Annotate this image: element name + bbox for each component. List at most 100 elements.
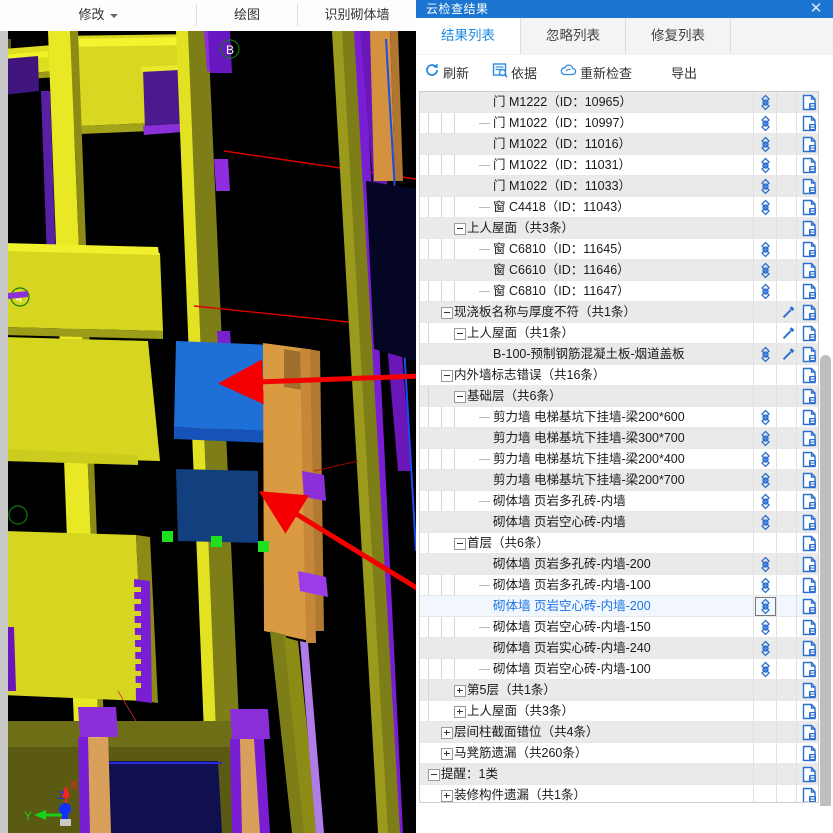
toolbar-item-identify-masonry-wall[interactable]: 识别砌体墙 — [298, 0, 416, 30]
locate-icon[interactable] — [757, 514, 774, 531]
tree-row[interactable]: 门 M1022（ID：10997） — [420, 113, 818, 134]
locate-icon[interactable] — [757, 661, 774, 678]
locate-icon[interactable] — [757, 556, 774, 573]
report-icon[interactable] — [801, 514, 818, 531]
report-icon[interactable] — [801, 178, 818, 195]
locate-icon[interactable] — [757, 157, 774, 174]
locate-icon[interactable] — [757, 241, 774, 258]
locate-icon[interactable] — [757, 262, 774, 279]
refresh-button[interactable]: 刷新 — [424, 60, 469, 86]
report-icon[interactable] — [801, 598, 818, 615]
locate-icon[interactable] — [757, 136, 774, 153]
report-icon[interactable] — [801, 787, 818, 802]
locate-icon[interactable] — [757, 178, 774, 195]
tree-scrollbar[interactable] — [820, 92, 831, 810]
report-icon[interactable] — [801, 451, 818, 468]
recheck-button[interactable]: 重新检查 — [560, 60, 632, 86]
report-icon[interactable] — [801, 430, 818, 447]
tree-row[interactable]: 内外墙标志错误（共16条） — [420, 365, 818, 386]
report-icon[interactable] — [801, 640, 818, 657]
report-icon[interactable] — [801, 619, 818, 636]
tree-row[interactable]: 窗 C6810（ID：11647） — [420, 281, 818, 302]
report-icon[interactable] — [801, 346, 818, 363]
hammer-icon[interactable] — [780, 325, 797, 342]
report-icon[interactable] — [801, 220, 818, 237]
tree-row[interactable]: 窗 C4418（ID：11043） — [420, 197, 818, 218]
locate-icon[interactable] — [757, 619, 774, 636]
locate-icon[interactable] — [757, 430, 774, 447]
tab-result-list[interactable]: 结果列表 — [416, 18, 521, 54]
tree-row[interactable]: 层间柱截面错位（共4条） — [420, 722, 818, 743]
locate-icon[interactable] — [757, 346, 774, 363]
collapse-icon[interactable] — [441, 370, 453, 382]
locate-icon[interactable] — [757, 115, 774, 132]
expand-icon[interactable] — [441, 790, 453, 802]
tree-row[interactable]: 砌体墙 页岩空心砖-内墙-150 — [420, 617, 818, 638]
locate-icon[interactable] — [757, 493, 774, 510]
locate-icon[interactable] — [757, 640, 774, 657]
tree-row[interactable]: 第5层（共1条） — [420, 680, 818, 701]
tree-row[interactable]: 上人屋面（共3条） — [420, 218, 818, 239]
tree-row-selected[interactable]: 砌体墙 页岩空心砖-内墙-200 — [420, 596, 818, 617]
tree-row[interactable]: 门 M1222（ID：10965） — [420, 92, 818, 113]
report-icon[interactable] — [801, 682, 818, 699]
report-icon[interactable] — [801, 199, 818, 216]
viewport-canvas[interactable]: B 4 X Y Z — [8, 31, 416, 833]
collapse-icon[interactable] — [454, 391, 466, 403]
tab-repair-list[interactable]: 修复列表 — [626, 18, 731, 54]
collapse-icon[interactable] — [454, 538, 466, 550]
tree-row[interactable]: 基础层（共6条） — [420, 386, 818, 407]
hammer-icon[interactable] — [780, 346, 797, 363]
tree-row[interactable]: 上人屋面（共1条） — [420, 323, 818, 344]
report-icon[interactable] — [801, 388, 818, 405]
locate-icon[interactable] — [757, 472, 774, 489]
locate-icon[interactable] — [757, 283, 774, 300]
expand-icon[interactable] — [454, 685, 466, 697]
3d-viewport[interactable]: B 4 X Y Z — [0, 31, 416, 833]
result-tree[interactable]: 门 M1222（ID：10965） 门 M1022（ID：10997） 门 M102… — [419, 91, 819, 803]
tree-row[interactable]: 砌体墙 页岩实心砖-内墙-240 — [420, 638, 818, 659]
locate-icon[interactable] — [757, 409, 774, 426]
tree-row[interactable]: 砌体墙 页岩多孔砖-内墙 — [420, 491, 818, 512]
toolbar-item-draw[interactable]: 绘图 — [197, 0, 297, 30]
report-icon[interactable] — [801, 283, 818, 300]
report-icon[interactable] — [801, 535, 818, 552]
report-icon[interactable] — [801, 241, 818, 258]
report-icon[interactable] — [801, 472, 818, 489]
export-button[interactable]: 导出 — [671, 60, 697, 86]
collapse-icon[interactable] — [454, 223, 466, 235]
basis-button[interactable]: 依据 — [492, 60, 537, 86]
report-icon[interactable] — [801, 724, 818, 741]
locate-icon[interactable] — [757, 451, 774, 468]
tree-row[interactable]: 马凳筋遗漏（共260条） — [420, 743, 818, 764]
report-icon[interactable] — [801, 493, 818, 510]
tab-ignore-list[interactable]: 忽略列表 — [521, 18, 626, 54]
report-icon[interactable] — [801, 766, 818, 783]
tree-row[interactable]: 砌体墙 页岩多孔砖-内墙-100 — [420, 575, 818, 596]
report-icon[interactable] — [801, 409, 818, 426]
tree-row[interactable]: 门 M1022（ID：11031） — [420, 155, 818, 176]
report-icon[interactable] — [801, 304, 818, 321]
toolbar-item-modify[interactable]: 修改 — [0, 0, 196, 30]
tree-row[interactable]: 剪力墙 电梯基坑下挂墙-梁200*600 — [420, 407, 818, 428]
hammer-icon[interactable] — [780, 304, 797, 321]
tree-row[interactable]: 砌体墙 页岩空心砖-内墙 — [420, 512, 818, 533]
tree-row[interactable]: 剪力墙 电梯基坑下挂墙-梁200*700 — [420, 470, 818, 491]
tree-row[interactable]: 剪力墙 电梯基坑下挂墙-梁200*400 — [420, 449, 818, 470]
locate-icon[interactable] — [757, 94, 774, 111]
report-icon[interactable] — [801, 94, 818, 111]
tree-row[interactable]: 门 M1022（ID：11016） — [420, 134, 818, 155]
report-icon[interactable] — [801, 136, 818, 153]
tree-row[interactable]: B-100-预制钢筋混凝土板-烟道盖板 — [420, 344, 818, 365]
expand-icon[interactable] — [441, 748, 453, 760]
report-icon[interactable] — [801, 262, 818, 279]
collapse-icon[interactable] — [441, 307, 453, 319]
tree-row[interactable]: 砌体墙 页岩多孔砖-内墙-200 — [420, 554, 818, 575]
tree-row[interactable]: 窗 C6610（ID：11646） — [420, 260, 818, 281]
report-icon[interactable] — [801, 367, 818, 384]
report-icon[interactable] — [801, 115, 818, 132]
report-icon[interactable] — [801, 745, 818, 762]
locate-icon[interactable] — [757, 577, 774, 594]
expand-icon[interactable] — [454, 706, 466, 718]
tree-row[interactable]: 首层（共6条） — [420, 533, 818, 554]
